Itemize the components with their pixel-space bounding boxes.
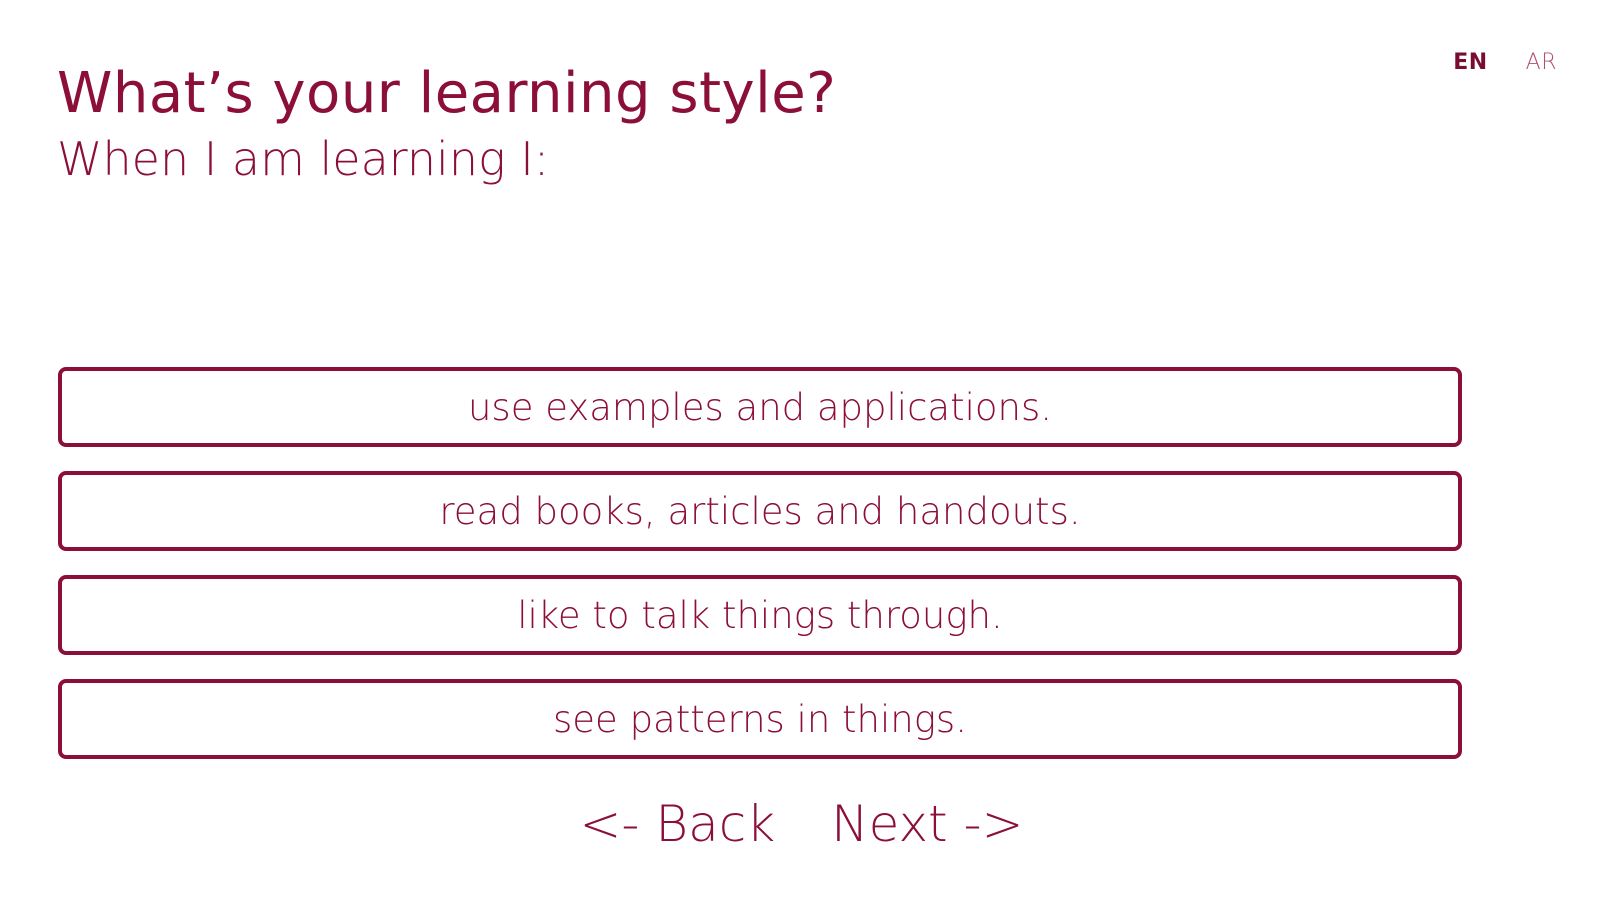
next-button[interactable]: Next -> (831, 795, 1023, 853)
language-en-toggle[interactable]: EN (1453, 50, 1487, 75)
option-button[interactable]: like to talk things through. (58, 575, 1462, 655)
language-switcher: EN AR (1453, 50, 1557, 75)
back-button[interactable]: <- Back (580, 795, 776, 853)
option-button[interactable]: read books, articles and handouts. (58, 471, 1462, 551)
question-prompt: When I am learning I: (57, 132, 550, 186)
option-button[interactable]: use examples and applications. (58, 367, 1462, 447)
option-button[interactable]: see patterns in things. (58, 679, 1462, 759)
language-ar-toggle[interactable]: AR (1526, 50, 1557, 75)
page-title: What’s your learning style? (57, 61, 837, 126)
navigation-bar: <- Back Next -> (0, 795, 1613, 853)
answer-options: use examples and applications. read book… (58, 367, 1462, 783)
